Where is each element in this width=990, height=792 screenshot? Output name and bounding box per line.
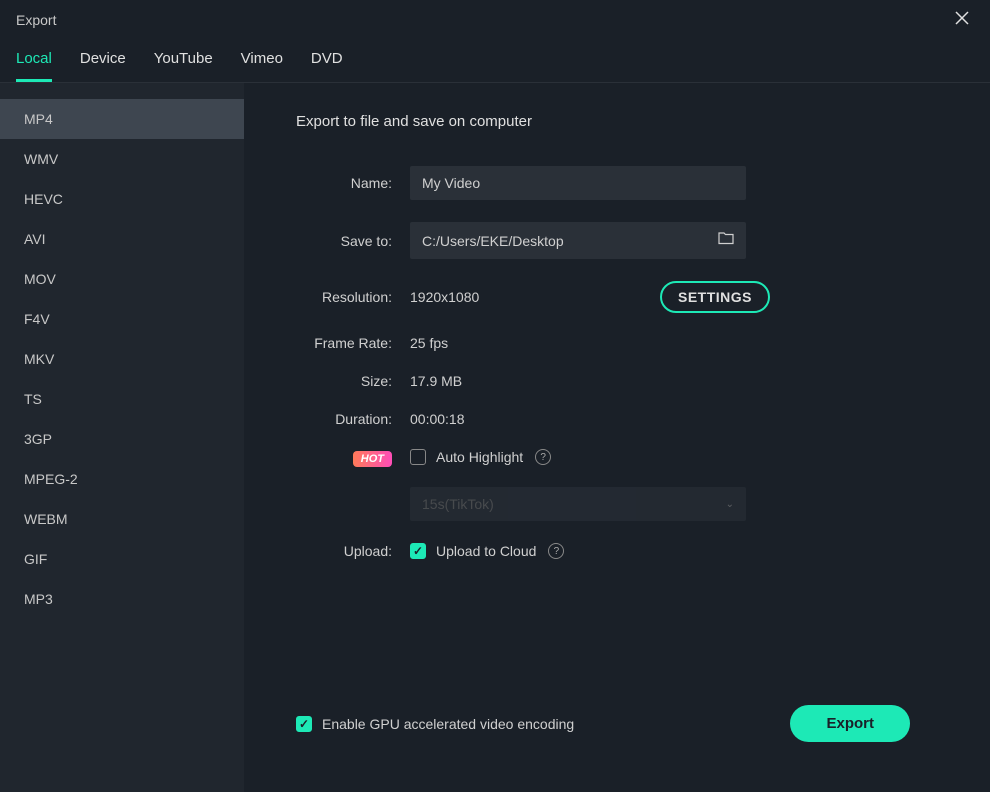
name-label: Name: xyxy=(296,175,410,191)
format-sidebar: MP4 WMV HEVC AVI MOV F4V MKV TS 3GP MPEG… xyxy=(0,83,244,792)
save-to-label: Save to: xyxy=(296,233,410,249)
sidebar-item-mov[interactable]: MOV xyxy=(0,259,244,299)
duration-label: Duration: xyxy=(296,411,410,427)
sidebar-item-gif[interactable]: GIF xyxy=(0,539,244,579)
hot-badge: HOT xyxy=(353,451,392,467)
sidebar-item-hevc[interactable]: HEVC xyxy=(0,179,244,219)
tab-local[interactable]: Local xyxy=(16,50,52,82)
gpu-label: Enable GPU accelerated video encoding xyxy=(322,716,574,732)
sidebar-item-mp4[interactable]: MP4 xyxy=(0,99,244,139)
settings-button[interactable]: SETTINGS xyxy=(660,281,770,313)
auto-highlight-checkbox[interactable] xyxy=(410,449,426,465)
gpu-checkbox[interactable] xyxy=(296,716,312,732)
sidebar-item-3gp[interactable]: 3GP xyxy=(0,419,244,459)
export-button[interactable]: Export xyxy=(790,705,910,742)
upload-cloud-label: Upload to Cloud xyxy=(436,543,536,559)
help-icon[interactable]: ? xyxy=(535,449,551,465)
tab-device[interactable]: Device xyxy=(80,50,126,82)
sidebar-item-mp3[interactable]: MP3 xyxy=(0,579,244,619)
section-heading: Export to file and save on computer xyxy=(296,113,950,130)
auto-highlight-label: Auto Highlight xyxy=(436,449,523,465)
highlight-preset-value: 15s(TikTok) xyxy=(422,496,494,512)
save-to-path: C:/Users/EKE/Desktop xyxy=(422,233,718,249)
sidebar-item-f4v[interactable]: F4V xyxy=(0,299,244,339)
upload-cloud-checkbox[interactable] xyxy=(410,543,426,559)
chevron-down-icon: ⌄ xyxy=(726,499,734,510)
frame-rate-label: Frame Rate: xyxy=(296,335,410,351)
resolution-label: Resolution: xyxy=(296,289,410,305)
sidebar-item-ts[interactable]: TS xyxy=(0,379,244,419)
highlight-preset-select: 15s(TikTok) ⌄ xyxy=(410,487,746,521)
sidebar-item-mkv[interactable]: MKV xyxy=(0,339,244,379)
size-value: 17.9 MB xyxy=(410,373,462,389)
name-input[interactable] xyxy=(410,166,746,200)
resolution-value: 1920x1080 xyxy=(410,289,479,305)
tab-youtube[interactable]: YouTube xyxy=(154,50,213,82)
sidebar-item-avi[interactable]: AVI xyxy=(0,219,244,259)
help-icon[interactable]: ? xyxy=(548,543,564,559)
window-title: Export xyxy=(16,12,56,28)
close-icon[interactable] xyxy=(950,6,974,35)
duration-value: 00:00:18 xyxy=(410,411,465,427)
sidebar-item-mpeg2[interactable]: MPEG-2 xyxy=(0,459,244,499)
tab-bar: Local Device YouTube Vimeo DVD xyxy=(0,40,990,83)
upload-label: Upload: xyxy=(296,543,410,559)
folder-icon[interactable] xyxy=(718,231,734,250)
frame-rate-value: 25 fps xyxy=(410,335,448,351)
tab-vimeo[interactable]: Vimeo xyxy=(241,50,283,82)
save-to-input[interactable]: C:/Users/EKE/Desktop xyxy=(410,222,746,259)
size-label: Size: xyxy=(296,373,410,389)
sidebar-item-wmv[interactable]: WMV xyxy=(0,139,244,179)
tab-dvd[interactable]: DVD xyxy=(311,50,343,82)
sidebar-item-webm[interactable]: WEBM xyxy=(0,499,244,539)
